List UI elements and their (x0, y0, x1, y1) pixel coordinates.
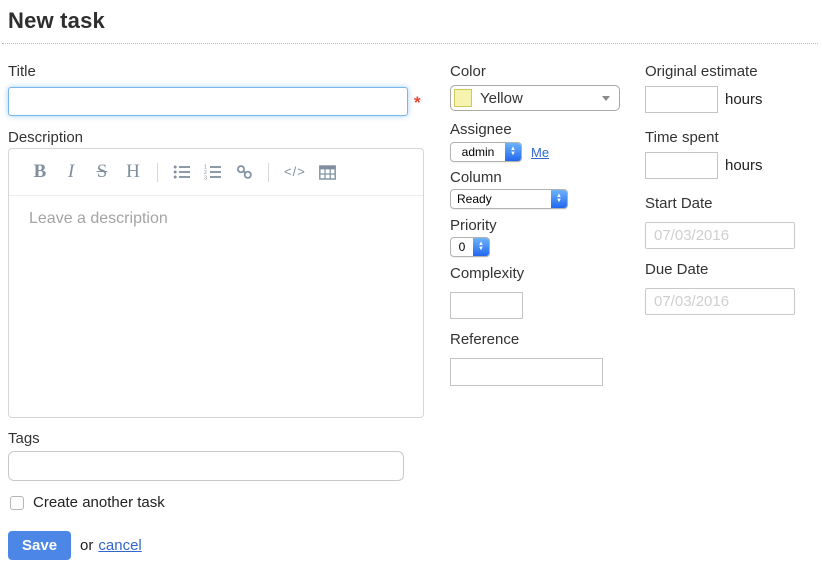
heading-icon[interactable]: H (124, 160, 142, 184)
priority-selected-value: 0 (451, 238, 473, 256)
color-swatch-yellow (454, 89, 472, 107)
column-selected-value: Ready (451, 190, 551, 208)
cancel-link[interactable]: cancel (98, 537, 141, 554)
left-column: Title * Description B I S H 1 (8, 57, 433, 569)
original-estimate-input[interactable] (645, 86, 718, 113)
svg-text:3: 3 (204, 176, 207, 180)
description-textarea[interactable] (9, 196, 423, 416)
assignee-selected-value: admin (451, 143, 505, 161)
form-actions: Save or cancel (8, 531, 142, 560)
select-stepper-icon: ▲▼ (551, 190, 567, 208)
due-date-input[interactable] (645, 288, 795, 315)
original-estimate-label: Original estimate (645, 64, 758, 80)
start-date-input[interactable] (645, 222, 795, 249)
select-stepper-icon: ▲▼ (473, 238, 489, 256)
title-input[interactable] (8, 87, 408, 116)
code-icon[interactable]: </> (284, 160, 306, 184)
italic-icon[interactable]: I (62, 160, 80, 184)
tags-label: Tags (8, 431, 40, 447)
table-icon[interactable] (319, 160, 337, 184)
toolbar-divider (157, 163, 158, 182)
link-icon[interactable] (235, 160, 253, 184)
time-spent-input[interactable] (645, 152, 718, 179)
assignee-select[interactable]: admin ▲▼ (450, 142, 522, 162)
page-header: New task (2, 0, 818, 44)
description-toolbar: B I S H 1 2 3 (9, 149, 423, 196)
color-select[interactable]: Yellow (450, 85, 620, 111)
toolbar-divider (268, 163, 269, 182)
create-another-label: Create another task (33, 494, 165, 511)
new-task-page: New task Title * Description B I S H (0, 0, 822, 569)
save-button[interactable]: Save (8, 531, 71, 560)
time-spent-row: hours (645, 152, 763, 179)
select-stepper-icon: ▲▼ (505, 143, 521, 161)
right-column: Original estimate hours Time spent hours… (645, 57, 822, 377)
priority-select[interactable]: 0 ▲▼ (450, 237, 490, 257)
page-title: New task (8, 8, 818, 34)
or-text: or (80, 537, 93, 554)
reference-label: Reference (450, 332, 519, 348)
color-label: Color (450, 64, 486, 80)
title-label: Title (8, 64, 36, 80)
middle-column: Color Yellow Assignee admin ▲▼ Me Column… (450, 57, 630, 477)
priority-label: Priority (450, 218, 497, 234)
column-label: Column (450, 170, 502, 186)
required-asterisk: * (414, 93, 421, 113)
assignee-row: admin ▲▼ Me (450, 142, 549, 162)
start-date-label: Start Date (645, 196, 713, 212)
original-estimate-suffix: hours (725, 91, 763, 108)
reference-input[interactable] (450, 358, 603, 386)
chevron-down-icon (602, 96, 610, 101)
time-spent-suffix: hours (725, 157, 763, 174)
tags-input[interactable] (8, 451, 404, 481)
complexity-label: Complexity (450, 266, 524, 282)
complexity-input[interactable] (450, 292, 523, 319)
strikethrough-icon[interactable]: S (93, 160, 111, 184)
create-another-checkbox[interactable] (10, 496, 24, 510)
description-label: Description (8, 130, 83, 146)
assign-to-me-link[interactable]: Me (531, 145, 549, 160)
bold-icon[interactable]: B (31, 160, 49, 184)
assignee-label: Assignee (450, 122, 512, 138)
description-editor: B I S H 1 2 3 (8, 148, 424, 418)
color-selected-value: Yellow (480, 90, 594, 107)
original-estimate-row: hours (645, 86, 763, 113)
column-select[interactable]: Ready ▲▼ (450, 189, 568, 209)
due-date-label: Due Date (645, 262, 708, 278)
create-another-row: Create another task (10, 494, 165, 511)
unordered-list-icon[interactable] (173, 160, 191, 184)
time-spent-label: Time spent (645, 130, 719, 146)
ordered-list-icon[interactable]: 1 2 3 (204, 160, 222, 184)
